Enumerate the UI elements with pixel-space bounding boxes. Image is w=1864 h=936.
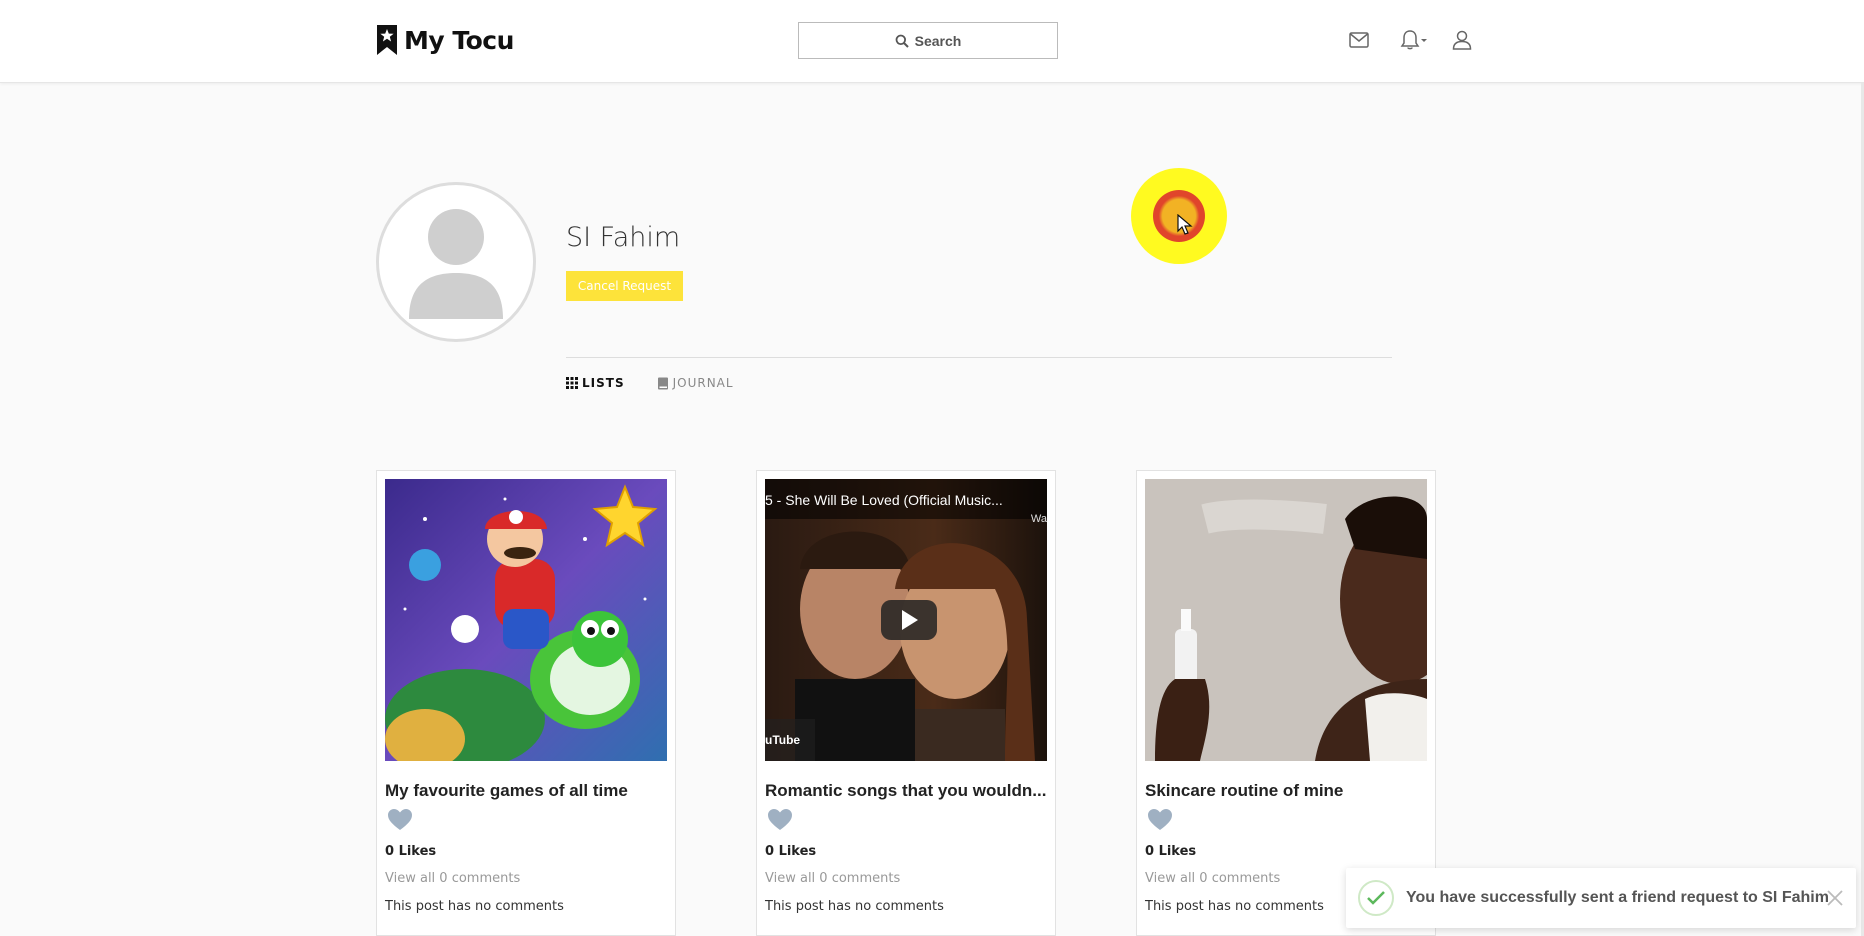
- card-title[interactable]: Skincare routine of mine: [1145, 781, 1429, 801]
- brand-logo[interactable]: My Tocu: [376, 24, 514, 56]
- likes-count: 0 Likes: [385, 844, 437, 859]
- card-image-skincare[interactable]: [1145, 479, 1427, 761]
- default-avatar-icon: [409, 209, 503, 319]
- view-comments-link[interactable]: View all 0 comments: [765, 871, 900, 886]
- card-title[interactable]: My favourite games of all time: [385, 781, 669, 801]
- no-comments-text: This post has no comments: [765, 899, 944, 914]
- video-corner-text: Wa: [1030, 513, 1047, 525]
- mouse-pointer-icon: [1177, 214, 1193, 235]
- profile-name: SI Fahim: [566, 222, 681, 253]
- tab-journal[interactable]: JOURNAL: [657, 376, 734, 390]
- skincare-photo-image: [1145, 479, 1427, 761]
- list-card-games[interactable]: My favourite games of all time 0 Likes V…: [376, 470, 676, 936]
- likes-count: 0 Likes: [1145, 844, 1197, 859]
- cancel-request-button[interactable]: Cancel Request: [566, 271, 683, 301]
- tab-lists-label: LISTS: [582, 376, 625, 390]
- card-image-games[interactable]: [385, 479, 667, 761]
- toast-message: You have successfully sent a friend requ…: [1406, 889, 1829, 906]
- profile-divider: [566, 357, 1392, 358]
- game-artwork-image: [385, 479, 667, 761]
- search-box[interactable]: Search: [798, 22, 1058, 59]
- success-toast: You have successfully sent a friend requ…: [1346, 868, 1856, 928]
- mail-icon[interactable]: [1347, 28, 1371, 52]
- top-navbar: My Tocu Search: [0, 0, 1864, 83]
- profile-tabs: LISTS JOURNAL: [566, 376, 734, 390]
- list-card-skincare[interactable]: Skincare routine of mine 0 Likes View al…: [1136, 470, 1436, 936]
- close-icon[interactable]: [1824, 887, 1846, 909]
- check-circle-icon: [1358, 880, 1394, 916]
- tab-journal-label: JOURNAL: [672, 376, 734, 390]
- grid-icon: [566, 377, 578, 389]
- cursor-highlight: [1131, 168, 1227, 264]
- user-icon[interactable]: [1450, 28, 1474, 52]
- view-comments-link[interactable]: View all 0 comments: [385, 871, 520, 886]
- check-icon: [1367, 891, 1385, 905]
- bell-icon[interactable]: [1398, 28, 1430, 52]
- likes-count: 0 Likes: [765, 844, 817, 859]
- profile-avatar: [376, 182, 536, 342]
- brand-name: My Tocu: [404, 25, 514, 55]
- video-title: 5 - She Will Be Loved (Official Music...: [765, 492, 1003, 508]
- bookmark-star-icon: [377, 25, 397, 55]
- card-video-songs[interactable]: 5 - She Will Be Loved (Official Music...…: [765, 479, 1047, 761]
- heart-icon[interactable]: [387, 808, 413, 832]
- heart-icon[interactable]: [767, 808, 793, 832]
- no-comments-text: This post has no comments: [385, 899, 564, 914]
- view-comments-link[interactable]: View all 0 comments: [1145, 871, 1280, 886]
- search-icon: [895, 34, 909, 48]
- search-label: Search: [914, 32, 962, 49]
- book-icon: [657, 377, 668, 389]
- tab-lists[interactable]: LISTS: [566, 376, 625, 390]
- list-card-songs[interactable]: 5 - She Will Be Loved (Official Music...…: [756, 470, 1056, 936]
- no-comments-text: This post has no comments: [1145, 899, 1324, 914]
- youtube-brand: uTube: [765, 733, 801, 747]
- heart-icon[interactable]: [1147, 808, 1173, 832]
- video-thumbnail-image: [765, 479, 1047, 761]
- card-title[interactable]: Romantic songs that you wouldn...: [765, 781, 1049, 801]
